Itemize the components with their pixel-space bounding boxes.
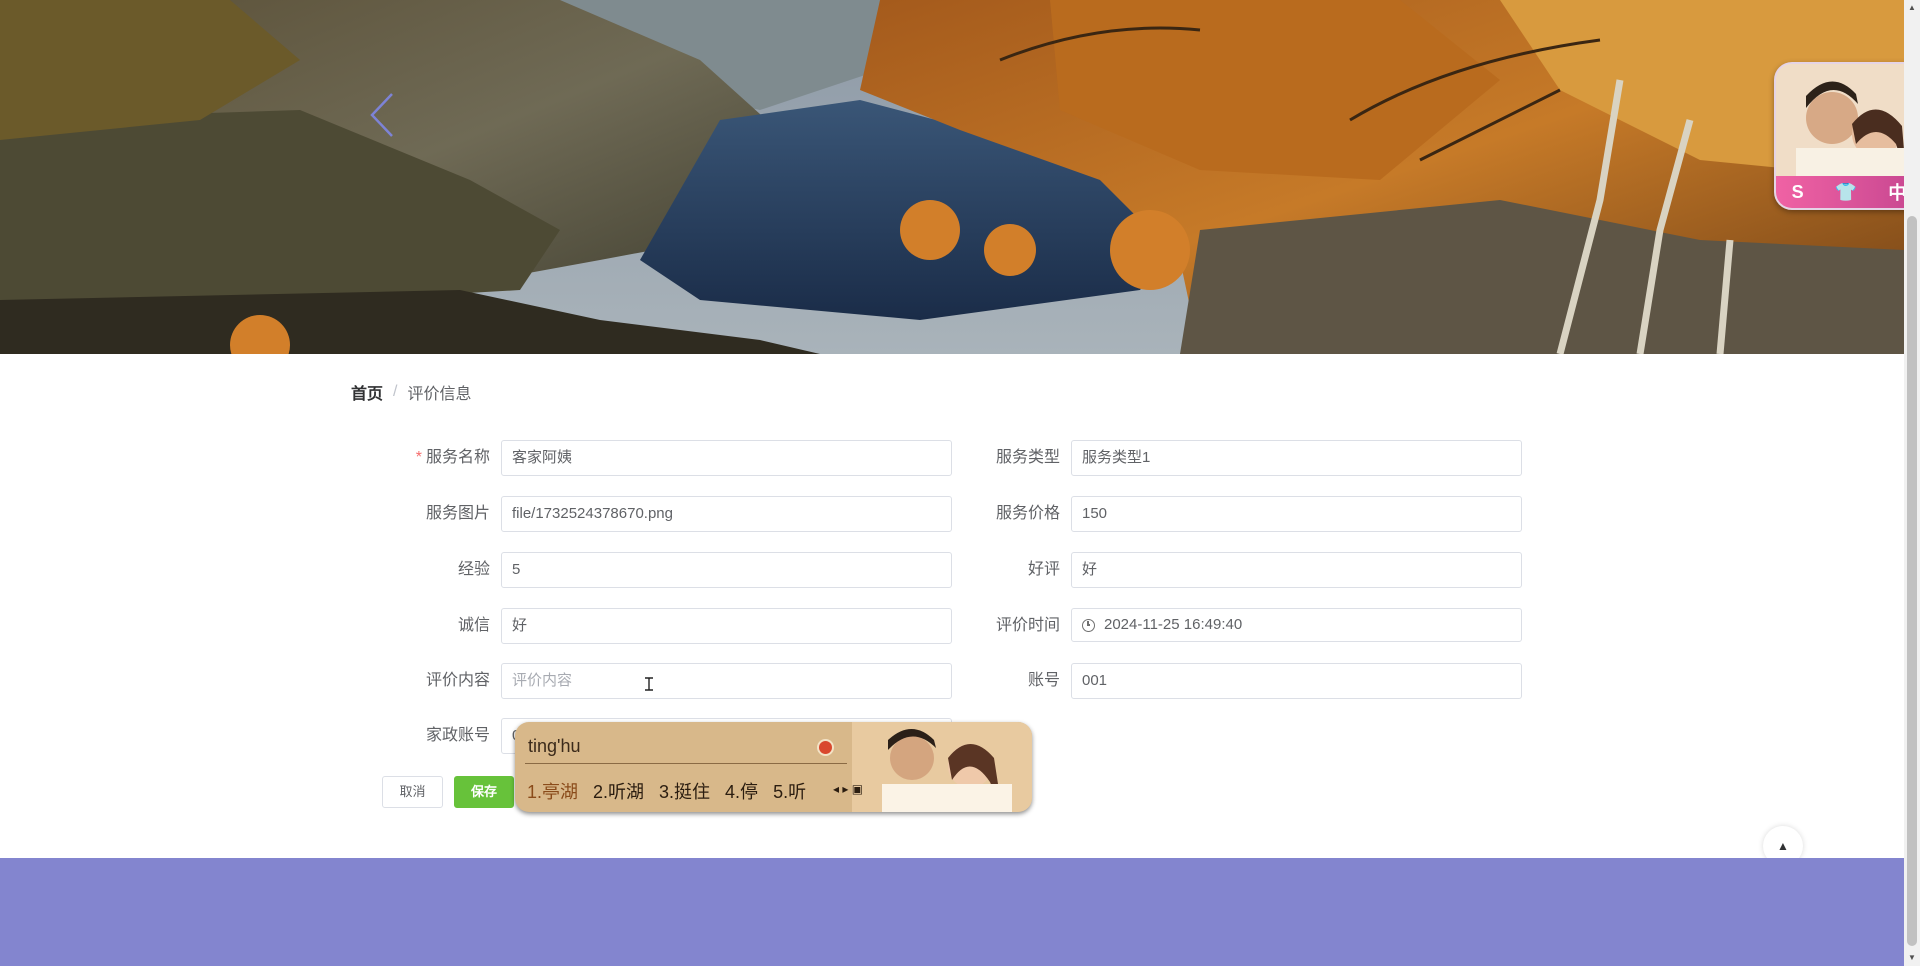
- ime-candidate[interactable]: 5.听: [773, 778, 806, 804]
- save-button[interactable]: 保存: [454, 776, 514, 808]
- breadcrumb-current: 评价信息: [407, 386, 472, 403]
- ime-candidate[interactable]: 2.听湖: [593, 778, 644, 804]
- review-time-value: 2024-11-25 16:49:40: [1104, 616, 1243, 633]
- form-row: * 服务名称 客家阿姨 服务类型 服务类型1: [0, 440, 1904, 478]
- scroll-up-arrow-icon[interactable]: ▲: [1904, 0, 1920, 16]
- caret-up-icon: ▲: [1777, 839, 1789, 853]
- ime-candidate-window[interactable]: ting'hu 1.亭湖 2.听湖 3.挺住 4.停 5.听 ◂ ▸ ▣: [515, 722, 1032, 812]
- ime-divider: [525, 763, 847, 764]
- scroll-down-arrow-icon[interactable]: ▼: [1904, 950, 1920, 966]
- service-price-field[interactable]: 150: [1071, 496, 1522, 532]
- carousel-prev-arrow-icon[interactable]: [368, 92, 404, 138]
- housekeeping-account-label: 家政账号: [425, 727, 490, 744]
- service-image-field[interactable]: file/1732524378670.png: [501, 496, 952, 532]
- experience-field[interactable]: 5: [501, 552, 952, 588]
- ime-candidate[interactable]: 3.挺住: [659, 778, 710, 804]
- hero-banner: [0, 0, 1904, 354]
- landscape-image: [0, 0, 1904, 354]
- scrollbar-thumb[interactable]: [1907, 216, 1917, 946]
- ime-logo-icon[interactable]: S: [1792, 182, 1804, 203]
- form-row: 评价内容 评价内容 账号 001: [0, 663, 1904, 701]
- review-content-input[interactable]: 评价内容: [501, 663, 952, 699]
- ime-skin-icon[interactable]: 👕: [1835, 182, 1857, 203]
- form-row: 经验 5 好评 好: [0, 552, 1904, 590]
- ime-candidate-list: 1.亭湖 2.听湖 3.挺住 4.停 5.听: [527, 778, 806, 804]
- page-footer: [0, 858, 1904, 966]
- integrity-label: 诚信: [457, 617, 490, 634]
- service-image-label: 服务图片: [425, 505, 490, 522]
- breadcrumb-separator: /: [393, 383, 398, 400]
- service-name-label: * 服务名称: [380, 440, 490, 478]
- review-time-picker[interactable]: 2024-11-25 16:49:40: [1071, 608, 1522, 642]
- integrity-field[interactable]: 好: [501, 608, 952, 644]
- ime-candidate[interactable]: 4.停: [725, 778, 758, 804]
- ime-page-nav-icon[interactable]: ◂ ▸ ▣: [833, 782, 863, 796]
- review-time-label: 评价时间: [995, 617, 1060, 634]
- ime-brand-icon: [817, 739, 834, 756]
- clock-icon: [1082, 618, 1095, 632]
- required-mark: *: [415, 449, 422, 466]
- text-cursor-icon: [645, 677, 653, 691]
- account-field[interactable]: 001: [1071, 663, 1522, 699]
- form-row: 服务图片 file/1732524378670.png 服务价格 150: [0, 496, 1904, 534]
- service-type-label: 服务类型: [995, 449, 1060, 466]
- ime-floating-avatar[interactable]: S 👕 中: [1774, 62, 1920, 210]
- ime-composition-text: ting'hu: [528, 736, 581, 756]
- cancel-button[interactable]: 取消: [382, 776, 443, 808]
- review-content-label: 评价内容: [425, 672, 490, 689]
- ime-candidate[interactable]: 1.亭湖: [527, 778, 578, 804]
- ime-skin-image: [852, 722, 1032, 812]
- service-name-label-text: 服务名称: [425, 449, 490, 466]
- account-label: 账号: [1027, 672, 1060, 689]
- service-type-field[interactable]: 服务类型1: [1071, 440, 1522, 476]
- good-review-field[interactable]: 好: [1071, 552, 1522, 588]
- experience-label: 经验: [457, 561, 490, 578]
- service-name-field[interactable]: 客家阿姨: [501, 440, 952, 476]
- breadcrumb-home[interactable]: 首页: [351, 380, 383, 404]
- service-price-label: 服务价格: [995, 505, 1060, 522]
- good-review-label: 好评: [1027, 561, 1060, 578]
- vertical-scrollbar[interactable]: ▲ ▼: [1904, 0, 1920, 966]
- breadcrumb: 首页 / 评价信息: [351, 380, 471, 404]
- form-row: 诚信 好 评价时间 2024-11-25 16:49:40: [0, 608, 1904, 646]
